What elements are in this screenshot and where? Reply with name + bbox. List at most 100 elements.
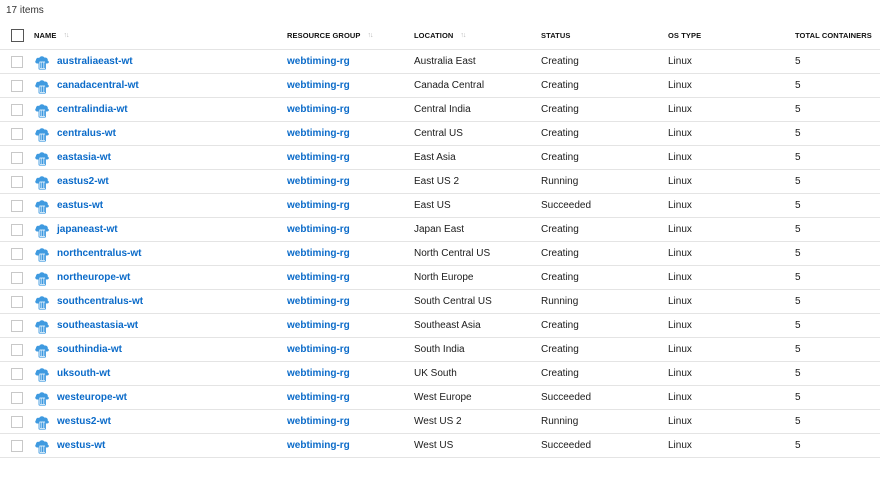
name-link[interactable]: northeurope-wt: [57, 272, 130, 283]
name-link[interactable]: centralus-wt: [57, 128, 116, 139]
column-header-resource-group[interactable]: RESOURCE GROUP ↑↓: [287, 22, 374, 49]
table-row[interactable]: northcentralus-wt webtiming-rg North Cen…: [0, 242, 880, 266]
table-row[interactable]: eastasia-wt webtiming-rg East Asia Creat…: [0, 146, 880, 170]
name-link[interactable]: westus-wt: [57, 440, 105, 451]
table-row[interactable]: southcentralus-wt webtiming-rg South Cen…: [0, 290, 880, 314]
status-value: Creating: [541, 128, 579, 139]
total-containers-value: 5: [795, 272, 801, 283]
resource-group-link[interactable]: webtiming-rg: [287, 272, 350, 283]
name-link[interactable]: australiaeast-wt: [57, 56, 133, 67]
row-checkbox[interactable]: [11, 343, 23, 356]
row-checkbox[interactable]: [11, 271, 23, 284]
name-link[interactable]: westeurope-wt: [57, 392, 127, 403]
column-header-total-containers: TOTAL CONTAINERS: [795, 22, 872, 49]
row-checkbox[interactable]: [11, 127, 23, 140]
container-instance-icon: [34, 102, 50, 118]
table-row[interactable]: australiaeast-wt webtiming-rg Australia …: [0, 50, 880, 74]
resource-group-link[interactable]: webtiming-rg: [287, 104, 350, 115]
resource-group-link[interactable]: webtiming-rg: [287, 128, 350, 139]
table-row[interactable]: japaneast-wt webtiming-rg Japan East Cre…: [0, 218, 880, 242]
table-row[interactable]: canadacentral-wt webtiming-rg Canada Cen…: [0, 74, 880, 98]
status-cell: Creating: [541, 146, 579, 169]
resource-group-link[interactable]: webtiming-rg: [287, 200, 350, 211]
name-link[interactable]: eastasia-wt: [57, 152, 111, 163]
table-row[interactable]: westus-wt webtiming-rg West US Succeeded…: [0, 434, 880, 458]
resource-group-link[interactable]: webtiming-rg: [287, 152, 350, 163]
container-instance-icon: [34, 390, 50, 406]
column-header-name[interactable]: NAME ↑↓: [34, 22, 69, 49]
resource-group-link[interactable]: webtiming-rg: [287, 56, 350, 67]
os-type-value: Linux: [668, 416, 692, 427]
resource-group-link[interactable]: webtiming-rg: [287, 392, 350, 403]
name-link[interactable]: northcentralus-wt: [57, 248, 141, 259]
os-type-value: Linux: [668, 440, 692, 451]
resource-group-link[interactable]: webtiming-rg: [287, 176, 350, 187]
os-type-value: Linux: [668, 200, 692, 211]
sort-icon[interactable]: ↑↓: [460, 32, 466, 39]
table-row[interactable]: southindia-wt webtiming-rg South India C…: [0, 338, 880, 362]
row-checkbox[interactable]: [11, 319, 23, 332]
resource-group-link[interactable]: webtiming-rg: [287, 248, 350, 259]
name-link[interactable]: southcentralus-wt: [57, 296, 143, 307]
location-cell: East US: [414, 194, 451, 217]
row-checkbox[interactable]: [11, 103, 23, 116]
resource-group-link[interactable]: webtiming-rg: [287, 368, 350, 379]
name-cell: japaneast-wt: [34, 218, 118, 241]
table-row[interactable]: westeurope-wt webtiming-rg West Europe S…: [0, 386, 880, 410]
select-all-checkbox[interactable]: [11, 29, 24, 42]
os-type-cell: Linux: [668, 314, 692, 337]
resource-group-link[interactable]: webtiming-rg: [287, 224, 350, 235]
name-cell: southindia-wt: [34, 338, 122, 361]
container-instance-icon: [34, 270, 50, 286]
resource-group-link[interactable]: webtiming-rg: [287, 344, 350, 355]
name-link[interactable]: eastus-wt: [57, 200, 103, 211]
resource-group-link[interactable]: webtiming-rg: [287, 80, 350, 91]
row-checkbox[interactable]: [11, 79, 23, 92]
row-checkbox[interactable]: [11, 391, 23, 404]
name-link[interactable]: westus2-wt: [57, 416, 111, 427]
status-cell: Running: [541, 410, 578, 433]
resource-group-cell: webtiming-rg: [287, 338, 350, 361]
row-checkbox[interactable]: [11, 367, 23, 380]
status-cell: Creating: [541, 362, 579, 385]
total-containers-value: 5: [795, 296, 801, 307]
row-checkbox[interactable]: [11, 223, 23, 236]
os-type-cell: Linux: [668, 50, 692, 73]
name-link[interactable]: centralindia-wt: [57, 104, 128, 115]
table-row[interactable]: northeurope-wt webtiming-rg North Europe…: [0, 266, 880, 290]
container-instance-icon: [34, 198, 50, 214]
sort-icon[interactable]: ↑↓: [63, 32, 69, 39]
table-row[interactable]: centralindia-wt webtiming-rg Central Ind…: [0, 98, 880, 122]
row-checkbox[interactable]: [11, 175, 23, 188]
name-link[interactable]: canadacentral-wt: [57, 80, 139, 91]
name-link[interactable]: japaneast-wt: [57, 224, 118, 235]
table-row[interactable]: uksouth-wt webtiming-rg UK South Creatin…: [0, 362, 880, 386]
name-link[interactable]: eastus2-wt: [57, 176, 109, 187]
resource-group-link[interactable]: webtiming-rg: [287, 440, 350, 451]
sort-icon[interactable]: ↑↓: [368, 32, 374, 39]
resource-group-cell: webtiming-rg: [287, 146, 350, 169]
resource-group-link[interactable]: webtiming-rg: [287, 320, 350, 331]
row-checkbox[interactable]: [11, 415, 23, 428]
location-cell: South Central US: [414, 290, 492, 313]
table-row[interactable]: eastus2-wt webtiming-rg East US 2 Runnin…: [0, 170, 880, 194]
row-checkbox[interactable]: [11, 295, 23, 308]
row-checkbox[interactable]: [11, 55, 23, 68]
resource-group-cell: webtiming-rg: [287, 290, 350, 313]
name-link[interactable]: southindia-wt: [57, 344, 122, 355]
status-cell: Creating: [541, 122, 579, 145]
name-link[interactable]: uksouth-wt: [57, 368, 110, 379]
row-checkbox[interactable]: [11, 439, 23, 452]
column-header-location[interactable]: LOCATION ↑↓: [414, 22, 466, 49]
name-link[interactable]: southeastasia-wt: [57, 320, 138, 331]
row-checkbox[interactable]: [11, 151, 23, 164]
table-row[interactable]: southeastasia-wt webtiming-rg Southeast …: [0, 314, 880, 338]
table-row[interactable]: centralus-wt webtiming-rg Central US Cre…: [0, 122, 880, 146]
location-cell: East Asia: [414, 146, 456, 169]
row-checkbox[interactable]: [11, 247, 23, 260]
row-checkbox[interactable]: [11, 199, 23, 212]
table-row[interactable]: westus2-wt webtiming-rg West US 2 Runnin…: [0, 410, 880, 434]
resource-group-link[interactable]: webtiming-rg: [287, 296, 350, 307]
resource-group-link[interactable]: webtiming-rg: [287, 416, 350, 427]
table-row[interactable]: eastus-wt webtiming-rg East US Succeeded…: [0, 194, 880, 218]
